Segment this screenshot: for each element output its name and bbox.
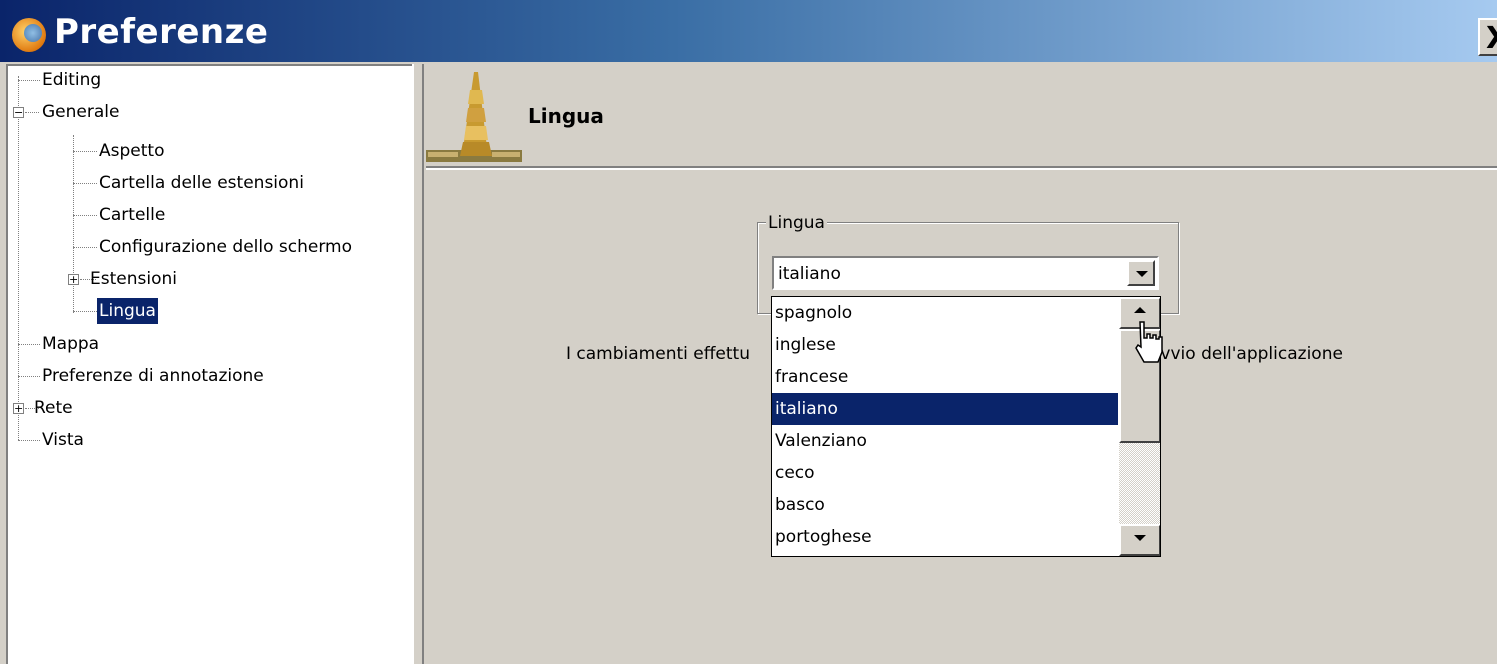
tree-item-vista[interactable]: Vista [40, 427, 86, 453]
restart-message-right: avvio dell'applicazione [1150, 344, 1343, 364]
restart-message-left: I cambiamenti effettu [566, 344, 750, 364]
tree-item-aspetto[interactable]: Aspetto [97, 138, 166, 164]
option-francese[interactable]: francese [772, 361, 1118, 393]
option-valenziano[interactable]: Valenziano [772, 425, 1118, 457]
option-italiano[interactable]: italiano [772, 393, 1118, 425]
tree-connector [73, 151, 97, 152]
tree-item-lingua[interactable]: Lingua [97, 298, 158, 324]
arrow-up-icon [1134, 307, 1146, 313]
window-title: Preferenze [54, 12, 269, 52]
app-globe-icon [12, 18, 46, 52]
splitter[interactable] [412, 64, 426, 664]
preferences-tree[interactable]: − + + Editing Generale Aspetto Cartella … [6, 64, 412, 664]
tree-item-estensioni[interactable]: Estensioni [88, 266, 179, 292]
tree-connector [18, 76, 19, 410]
title-bar[interactable]: Preferenze X [0, 0, 1497, 62]
combobox-dropdown-button[interactable] [1127, 260, 1155, 286]
tree-connector [73, 215, 97, 216]
option-ceco[interactable]: ceco [772, 457, 1118, 489]
tree-item-editing[interactable]: Editing [40, 67, 103, 93]
tree-connector [18, 376, 40, 377]
tree-item-cartella-estensioni[interactable]: Cartella delle estensioni [97, 170, 306, 196]
tree-item-mappa[interactable]: Mappa [40, 331, 101, 357]
expander-expand-icon[interactable]: + [68, 274, 79, 285]
option-inglese[interactable]: inglese [772, 329, 1118, 361]
scroll-down-button[interactable] [1119, 524, 1160, 556]
combobox-value: italiano [778, 264, 841, 284]
tree-item-preferenze-annotazione[interactable]: Preferenze di annotazione [40, 363, 266, 389]
divider [426, 168, 1497, 170]
tree-connector [18, 344, 40, 345]
tree-item-generale[interactable]: Generale [40, 99, 121, 125]
page-title: Lingua [528, 104, 604, 128]
language-dropdown-list[interactable]: spagnolo inglese francese italiano Valen… [771, 296, 1161, 557]
section-header: Lingua [426, 64, 1497, 168]
groupbox-label: Lingua [766, 212, 827, 234]
language-combobox[interactable]: italiano [772, 256, 1159, 290]
tree-item-configurazione-schermo[interactable]: Configurazione dello schermo [97, 234, 354, 260]
tree-connector [18, 80, 40, 81]
option-portoghese[interactable]: portoghese [772, 521, 1118, 553]
hand-cursor-icon [1135, 321, 1163, 363]
tree-connector [73, 247, 97, 248]
chevron-down-icon [1136, 271, 1148, 277]
tree-connector [25, 112, 39, 113]
option-basco[interactable]: basco [772, 489, 1118, 521]
tree-connector [73, 311, 97, 312]
tree-connector [73, 183, 97, 184]
expander-expand-icon[interactable]: + [13, 403, 24, 414]
arrow-down-icon [1134, 535, 1146, 541]
close-button[interactable]: X [1478, 18, 1497, 56]
tree-item-cartelle[interactable]: Cartelle [97, 202, 167, 228]
tower-of-babel-icon [426, 72, 522, 162]
tree-connector [73, 135, 74, 313]
option-spagnolo[interactable]: spagnolo [772, 297, 1118, 329]
tree-item-rete[interactable]: Rete [32, 395, 75, 421]
expander-collapse-icon[interactable]: − [13, 107, 24, 118]
tree-connector [18, 440, 40, 441]
